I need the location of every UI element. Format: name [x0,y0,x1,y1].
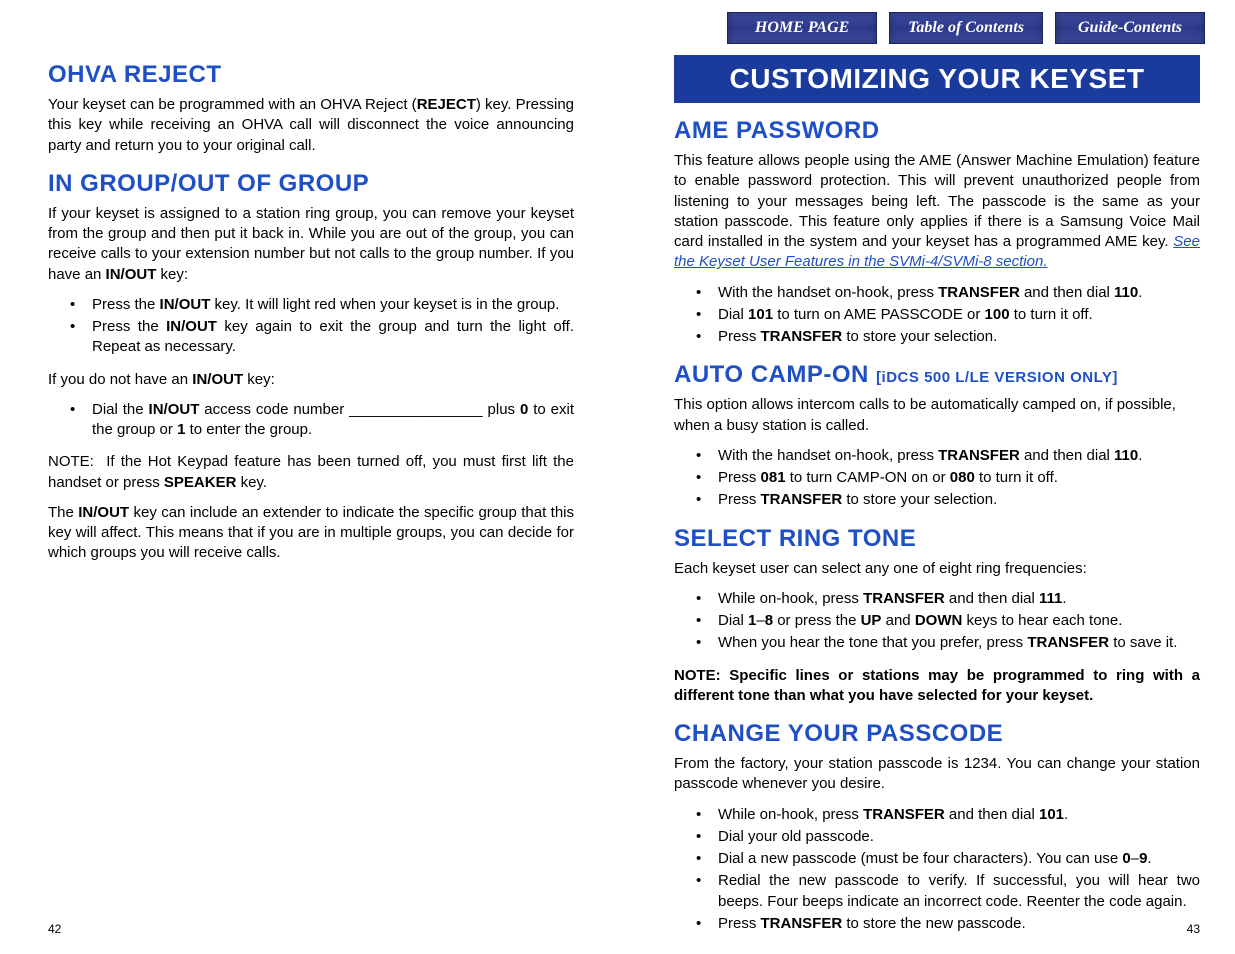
list-item: Redial the new passcode to verify. If su… [704,871,1200,912]
heading-select-ring-tone: SELECT RING TONE [674,525,1200,553]
list-item: While on-hook, press TRANSFER and then d… [704,805,1200,825]
list-item: With the handset on-hook, press TRANSFER… [704,283,1200,303]
list-item: Dial 101 to turn on AME PASSCODE or 100 … [704,305,1200,325]
heading-change-passcode: CHANGE YOUR PASSCODE [674,720,1200,748]
list-item: Dial the IN/OUT access code number _____… [78,400,574,441]
note-ring: NOTE: Specific lines or stations may be … [674,666,1200,707]
heading-ame-password: AME PASSWORD [674,117,1200,145]
list-item: Press TRANSFER to store the new passcode… [704,914,1200,934]
para-ame: This feature allows people using the AME… [674,151,1200,273]
list-item: Press TRANSFER to store your selection. [704,327,1200,347]
nav-bar: HOME PAGE Table of Contents Guide-Conten… [727,12,1205,44]
list-item: Dial your old passcode. [704,827,1200,847]
link-svmi[interactable]: See the Keyset User Features in the SVMi… [674,233,1200,270]
heading-auto-camp-on: AUTO CAMP-ON [iDCS 500 L/LE VERSION ONLY… [674,361,1200,389]
list-item: Dial a new passcode (must be four charac… [704,849,1200,869]
nav-guide-button[interactable]: Guide-Contents [1055,12,1205,44]
list-ame: With the handset on-hook, press TRANSFER… [674,283,1200,348]
list-item: Press the IN/OUT key. It will light red … [78,295,574,315]
para-pass: From the factory, your station passcode … [674,754,1200,795]
left-column: OHVA REJECT Your keyset can be programme… [48,55,584,924]
para-group-4: The IN/OUT key can include an extender t… [48,503,574,564]
heading-in-out-group: IN GROUP/OUT OF GROUP [48,170,574,198]
banner-customizing: CUSTOMIZING YOUR KEYSET [674,55,1200,103]
para-ring: Each keyset user can select any one of e… [674,559,1200,579]
list-item: When you hear the tone that you prefer, … [704,633,1200,653]
para-ohva: Your keyset can be programmed with an OH… [48,95,574,156]
list-pass: While on-hook, press TRANSFER and then d… [674,805,1200,935]
para-group-1: If your keyset is assigned to a station … [48,204,574,285]
list-item: Press TRANSFER to store your selection. [704,490,1200,510]
para-camp: This option allows intercom calls to be … [674,395,1200,436]
page-number-left: 42 [48,922,61,936]
list-item: Press the IN/OUT key again to exit the g… [78,317,574,358]
nav-toc-button[interactable]: Table of Contents [889,12,1043,44]
right-column: CUSTOMIZING YOUR KEYSET AME PASSWORD Thi… [664,55,1200,924]
nav-home-button[interactable]: HOME PAGE [727,12,877,44]
list-item: With the handset on-hook, press TRANSFER… [704,446,1200,466]
para-group-2: If you do not have an IN/OUT key: [48,370,574,390]
list-group-2: Dial the IN/OUT access code number _____… [48,400,574,441]
heading-ohva-reject: OHVA REJECT [48,61,574,89]
content-columns: OHVA REJECT Your keyset can be programme… [48,55,1200,924]
list-camp: With the handset on-hook, press TRANSFER… [674,446,1200,511]
para-group-note: NOTE: If the Hot Keypad feature has been… [48,452,574,493]
list-group-1: Press the IN/OUT key. It will light red … [48,295,574,358]
list-item: Press 081 to turn CAMP-ON on or 080 to t… [704,468,1200,488]
list-item: While on-hook, press TRANSFER and then d… [704,589,1200,609]
list-item: Dial 1–8 or press the UP and DOWN keys t… [704,611,1200,631]
page-number-right: 43 [1187,922,1200,936]
list-ring: While on-hook, press TRANSFER and then d… [674,589,1200,654]
